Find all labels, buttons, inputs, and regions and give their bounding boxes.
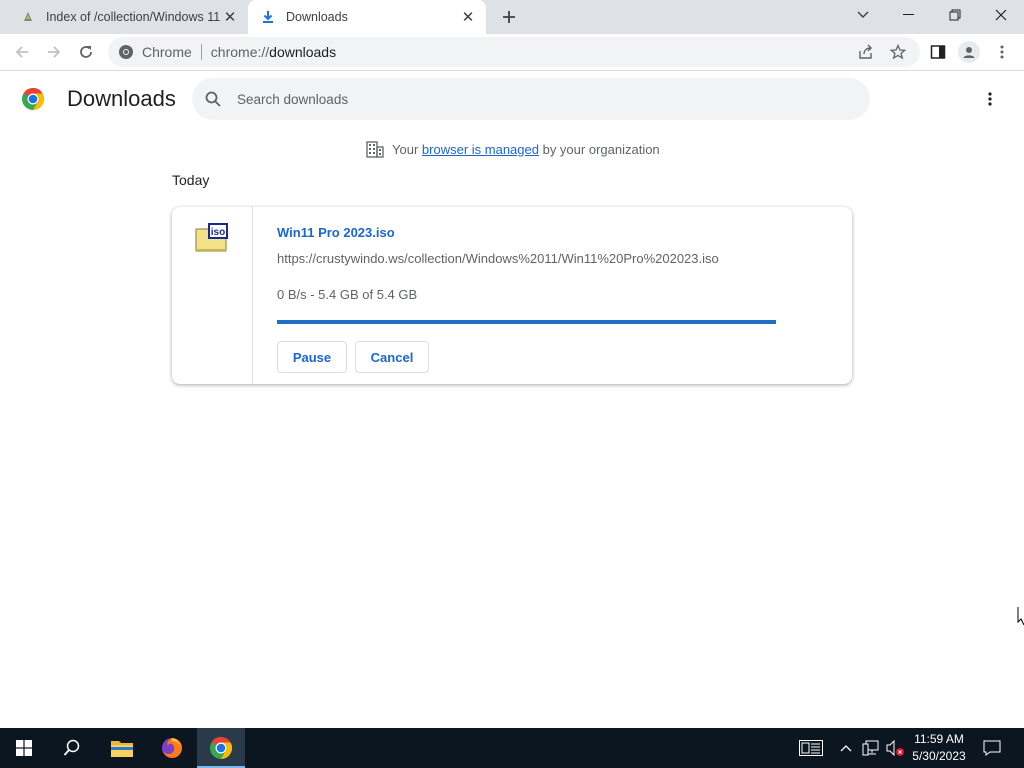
windows-start-icon[interactable] <box>0 728 48 768</box>
clock-time: 11:59 AM <box>914 732 964 746</box>
minimize-icon[interactable] <box>886 0 932 30</box>
search-icon <box>205 91 221 107</box>
profile-icon[interactable] <box>958 41 980 63</box>
pause-button[interactable]: Pause <box>277 341 347 373</box>
network-icon[interactable] <box>860 728 882 768</box>
tab-title: Downloads <box>286 10 348 24</box>
managed-suffix: by your organization <box>542 141 660 157</box>
notification-center-icon[interactable] <box>978 728 1006 768</box>
news-widget-icon[interactable] <box>796 728 826 768</box>
reload-button[interactable] <box>73 39 99 65</box>
file-source-url[interactable]: https://crustywindo.ws/collection/Window… <box>277 251 719 266</box>
bookmark-star-icon[interactable] <box>888 42 908 62</box>
reload-icon <box>80 46 92 58</box>
search-downloads-box[interactable] <box>192 78 870 120</box>
side-panel-icon[interactable] <box>928 42 948 62</box>
windows-taskbar: 11:59 AM 5/30/2023 <box>0 728 1024 768</box>
tab-search-icon[interactable] <box>840 0 886 30</box>
download-status: 0 B/s - 5.4 GB of 5.4 GB <box>277 287 418 302</box>
download-icon <box>260 9 276 25</box>
file-explorer-icon[interactable] <box>98 728 146 768</box>
chrome-icon[interactable] <box>197 728 245 768</box>
file-name-link[interactable]: Win11 Pro 2023.iso <box>277 225 395 240</box>
chrome-logo-icon <box>22 88 45 110</box>
close-tab-icon[interactable]: ✕ <box>220 7 240 27</box>
plus-icon <box>503 11 515 23</box>
building-icon <box>366 141 384 158</box>
forward-arrow-icon <box>48 46 61 58</box>
managed-prefix: Your <box>392 141 419 157</box>
tab-downloads[interactable]: Downloads ✕ <box>248 0 486 34</box>
close-tab-icon[interactable]: ✕ <box>458 7 478 27</box>
back-arrow-icon <box>15 46 28 58</box>
forward-button[interactable] <box>41 39 67 65</box>
taskbar-clock[interactable]: 11:59 AM 5/30/2023 <box>906 731 972 765</box>
tab-strip: Index of /collection/Windows 11 ✕ Downlo… <box>0 0 1024 34</box>
restore-icon[interactable] <box>932 0 978 30</box>
managed-notice: Your browser is managed by your organiza… <box>366 140 660 158</box>
progress-fill <box>277 320 776 324</box>
chrome-chip-label: Chrome <box>142 44 192 60</box>
download-progress-bar <box>277 320 776 324</box>
show-hidden-icons-chevron[interactable] <box>836 728 856 768</box>
search-input[interactable] <box>237 91 837 107</box>
page-title: Downloads <box>67 86 176 111</box>
downloads-menu-icon[interactable] <box>980 89 1000 109</box>
tab-index-collection[interactable]: Index of /collection/Windows 11 ✕ <box>8 0 248 34</box>
url-text: chrome://downloads <box>210 44 337 60</box>
download-item-card: iso Win11 Pro 2023.iso https://crustywin… <box>172 207 852 384</box>
iso-file-icon: iso <box>195 223 228 252</box>
search-icon[interactable] <box>48 728 96 768</box>
address-bar[interactable]: Chrome chrome://downloads <box>108 37 920 67</box>
volume-muted-icon[interactable] <box>884 728 906 768</box>
svg-text:iso: iso <box>211 227 225 238</box>
chrome-chip-icon <box>119 45 133 59</box>
date-section-label: Today <box>172 172 210 188</box>
share-icon[interactable] <box>856 42 876 62</box>
close-icon[interactable] <box>978 0 1024 30</box>
menu-icon[interactable] <box>992 42 1012 62</box>
page-favicon-icon <box>20 9 36 25</box>
browser-managed-link[interactable]: browser is managed <box>422 142 539 157</box>
new-tab-button[interactable] <box>498 6 520 28</box>
file-icon-column: iso <box>172 207 253 384</box>
back-button[interactable] <box>9 39 35 65</box>
omnibox-separator <box>200 44 202 60</box>
clock-date: 5/30/2023 <box>912 749 966 763</box>
firefox-icon[interactable] <box>148 728 196 768</box>
tab-title: Index of /collection/Windows 11 <box>46 10 220 24</box>
mouse-cursor-icon <box>1017 607 1024 626</box>
downloads-header: Downloads <box>0 72 1024 128</box>
cancel-button[interactable]: Cancel <box>355 341 429 373</box>
browser-toolbar: Chrome chrome://downloads <box>0 34 1024 71</box>
